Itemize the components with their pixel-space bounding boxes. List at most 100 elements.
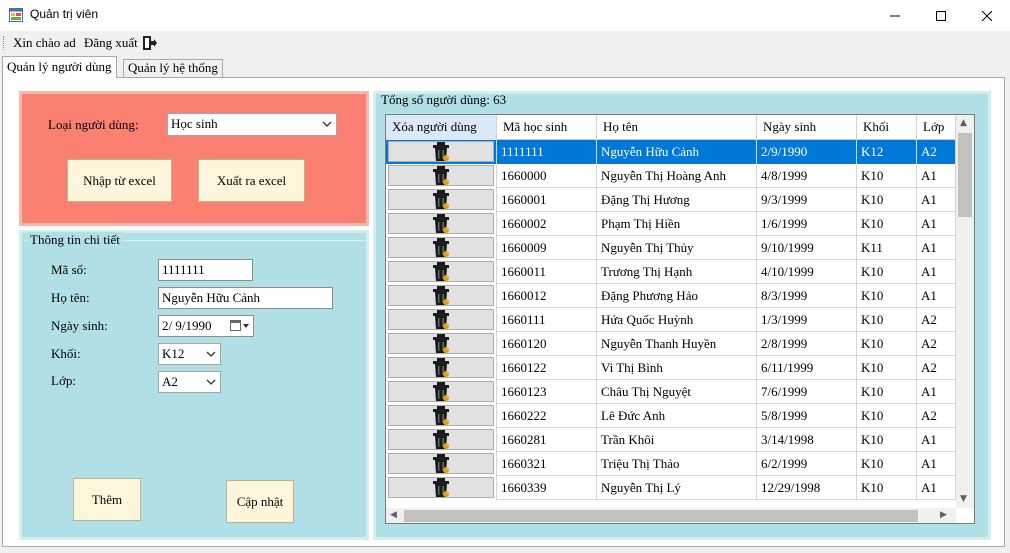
full-name-cell[interactable]: Nguyễn Thị Hoàng Anh xyxy=(597,164,757,188)
user-type-select[interactable]: Học sinh xyxy=(167,113,337,136)
horizontal-scroll-thumb[interactable] xyxy=(404,510,918,522)
table-row[interactable]: 1660281 Trần Khôi 3/14/1998 K10 A1 xyxy=(386,428,956,452)
delete-user-button[interactable] xyxy=(388,429,494,450)
class-select[interactable]: A2 xyxy=(158,371,221,393)
student-id-cell[interactable]: 1660123 xyxy=(497,380,597,404)
grade-cell[interactable]: K11 xyxy=(857,236,917,260)
grade-cell[interactable]: K10 xyxy=(857,284,917,308)
class-cell[interactable]: A1 xyxy=(917,380,956,404)
delete-user-button[interactable] xyxy=(388,165,494,186)
table-row[interactable]: 1660000 Nguyễn Thị Hoàng Anh 4/8/1999 K10 A1 xyxy=(386,164,956,188)
full-name-cell[interactable]: Đặng Phương Hảo xyxy=(597,284,757,308)
full-name-cell[interactable]: Nguyễn Hữu Cảnh xyxy=(597,140,757,164)
import-excel-button[interactable]: Nhập từ excel xyxy=(67,159,172,202)
student-id-cell[interactable]: 1660222 xyxy=(497,404,597,428)
header-student-id[interactable]: Mã học sinh xyxy=(497,115,597,140)
student-id-cell[interactable]: 1660009 xyxy=(497,236,597,260)
maximize-button[interactable] xyxy=(918,0,964,31)
birth-date-cell[interactable]: 1/6/1999 xyxy=(757,212,857,236)
delete-user-button[interactable] xyxy=(388,141,494,162)
full-name-cell[interactable]: Trương Thị Hạnh xyxy=(597,260,757,284)
grade-cell[interactable]: K10 xyxy=(857,260,917,284)
delete-user-button[interactable] xyxy=(388,381,494,402)
table-row[interactable]: 1660321 Triệu Thị Thảo 6/2/1999 K10 A1 xyxy=(386,452,956,476)
student-id-cell[interactable]: 1660122 xyxy=(497,356,597,380)
grade-cell[interactable]: K12 xyxy=(857,140,917,164)
student-id-cell[interactable]: 1660002 xyxy=(497,212,597,236)
class-cell[interactable]: A1 xyxy=(917,452,956,476)
grade-cell[interactable]: K10 xyxy=(857,188,917,212)
full-name-cell[interactable]: Đặng Thị Hương xyxy=(597,188,757,212)
vertical-scroll-thumb[interactable] xyxy=(958,133,972,217)
birth-date-cell[interactable]: 6/2/1999 xyxy=(757,452,857,476)
grade-cell[interactable]: K10 xyxy=(857,452,917,476)
class-cell[interactable]: A2 xyxy=(917,140,956,164)
class-cell[interactable]: A1 xyxy=(917,428,956,452)
scroll-left-icon[interactable]: ◀ xyxy=(390,510,397,520)
delete-user-button[interactable] xyxy=(388,333,494,354)
birth-date-cell[interactable]: 3/14/1998 xyxy=(757,428,857,452)
header-class[interactable]: Lớp xyxy=(917,115,956,140)
header-birth-date[interactable]: Ngày sinh xyxy=(757,115,857,140)
menu-logout[interactable]: Đăng xuất xyxy=(84,35,138,51)
tab-system-management[interactable]: Quản lý hệ thống xyxy=(123,59,223,78)
birth-date-cell[interactable]: 9/3/1999 xyxy=(757,188,857,212)
tab-user-management[interactable]: Quản lý người dùng xyxy=(2,56,117,78)
full-name-cell[interactable]: Trần Khôi xyxy=(597,428,757,452)
grade-cell[interactable]: K10 xyxy=(857,428,917,452)
class-cell[interactable]: A1 xyxy=(917,212,956,236)
add-button[interactable]: Thêm xyxy=(73,478,141,521)
birth-date-cell[interactable]: 9/10/1999 xyxy=(757,236,857,260)
birth-date-cell[interactable]: 4/8/1999 xyxy=(757,164,857,188)
table-row[interactable]: 1660002 Phạm Thị Hiền 1/6/1999 K10 A1 xyxy=(386,212,956,236)
header-delete[interactable]: Xóa người dùng xyxy=(386,115,497,140)
class-cell[interactable]: A1 xyxy=(917,476,956,500)
grade-cell[interactable]: K10 xyxy=(857,332,917,356)
id-field[interactable]: 1111111 xyxy=(158,259,253,281)
minimize-button[interactable] xyxy=(872,0,918,31)
student-id-cell[interactable]: 1660111 xyxy=(497,308,597,332)
full-name-cell[interactable]: Nguyễn Thị Lý xyxy=(597,476,757,500)
class-cell[interactable]: A1 xyxy=(917,188,956,212)
table-row[interactable]: 1660011 Trương Thị Hạnh 4/10/1999 K10 A1 xyxy=(386,260,956,284)
grade-select[interactable]: K12 xyxy=(158,343,221,365)
full-name-cell[interactable]: Triệu Thị Thảo xyxy=(597,452,757,476)
class-cell[interactable]: A1 xyxy=(917,284,956,308)
full-name-cell[interactable]: Nguyễn Thị Thủy xyxy=(597,236,757,260)
student-id-cell[interactable]: 1660321 xyxy=(497,452,597,476)
birth-date-cell[interactable]: 2/9/1990 xyxy=(757,140,857,164)
delete-user-button[interactable] xyxy=(388,405,494,426)
delete-user-button[interactable] xyxy=(388,189,494,210)
class-cell[interactable]: A2 xyxy=(917,404,956,428)
birth-date-cell[interactable]: 1/3/1999 xyxy=(757,308,857,332)
birth-date-cell[interactable]: 5/8/1999 xyxy=(757,404,857,428)
grade-cell[interactable]: K10 xyxy=(857,476,917,500)
delete-user-button[interactable] xyxy=(388,477,494,498)
student-id-cell[interactable]: 1660001 xyxy=(497,188,597,212)
horizontal-scrollbar[interactable]: ◀ ▶ xyxy=(386,508,956,523)
scroll-up-icon[interactable]: ▲ xyxy=(960,118,967,128)
grade-cell[interactable]: K10 xyxy=(857,380,917,404)
name-field[interactable]: Nguyễn Hữu Cảnh xyxy=(158,287,333,309)
grade-cell[interactable]: K10 xyxy=(857,308,917,332)
student-id-cell[interactable]: 1660011 xyxy=(497,260,597,284)
delete-user-button[interactable] xyxy=(388,357,494,378)
delete-user-button[interactable] xyxy=(388,309,494,330)
class-cell[interactable]: A1 xyxy=(917,164,956,188)
class-cell[interactable]: A1 xyxy=(917,260,956,284)
scroll-down-icon[interactable]: ▼ xyxy=(960,494,967,504)
table-row[interactable]: 1660009 Nguyễn Thị Thủy 9/10/1999 K11 A1 xyxy=(386,236,956,260)
update-button[interactable]: Cập nhật xyxy=(226,480,294,523)
table-row[interactable]: 1660111 Hứa Quốc Huỳnh 1/3/1999 K10 A2 xyxy=(386,308,956,332)
birth-date-cell[interactable]: 6/11/1999 xyxy=(757,356,857,380)
birth-date-cell[interactable]: 8/3/1999 xyxy=(757,284,857,308)
table-row[interactable]: 1660122 Vi Thị Bình 6/11/1999 K10 A2 xyxy=(386,356,956,380)
full-name-cell[interactable]: Hứa Quốc Huỳnh xyxy=(597,308,757,332)
class-cell[interactable]: A1 xyxy=(917,236,956,260)
grade-cell[interactable]: K10 xyxy=(857,212,917,236)
header-grade[interactable]: Khối xyxy=(857,115,917,140)
table-row[interactable]: 1111111 Nguyễn Hữu Cảnh 2/9/1990 K12 A2 xyxy=(386,140,956,164)
scroll-right-icon[interactable]: ▶ xyxy=(940,510,947,520)
birth-date-cell[interactable]: 2/8/1999 xyxy=(757,332,857,356)
birth-date-cell[interactable]: 12/29/1998 xyxy=(757,476,857,500)
